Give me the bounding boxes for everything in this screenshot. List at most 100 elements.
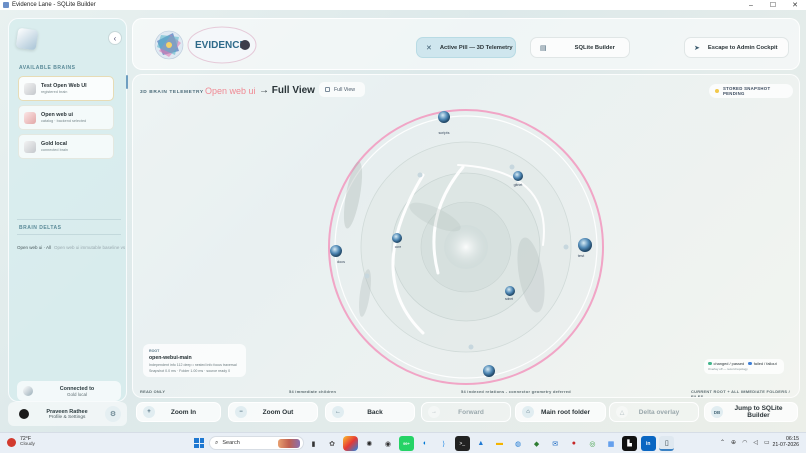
minimize-button[interactable]: – [740, 0, 762, 10]
github-app-icon[interactable]: ◉ [380, 436, 395, 451]
minor-node[interactable] [364, 273, 370, 279]
profile-card[interactable]: Praveen Rathee Profile & Settings ⚙ [8, 402, 127, 426]
evidence-lane-app-icon[interactable]: ▯ [659, 436, 675, 451]
back-button[interactable]: ← Back [325, 402, 415, 422]
minor-node[interactable] [509, 164, 515, 170]
escape-admin-cockpit-button[interactable]: ➤ Escape to Admin Cockpit [684, 37, 789, 58]
node-label: test [578, 253, 585, 258]
expand-icon [325, 87, 330, 92]
delta-overlay-button[interactable]: △ Delta overlay [609, 402, 699, 422]
node-card-title: open-webui-main [149, 355, 192, 361]
gear-icon[interactable]: ⚙ [105, 406, 121, 422]
brain-card-gold-local[interactable]: Gold local connected brain [18, 134, 114, 159]
home-icon: ⌂ [522, 406, 534, 418]
window-title: Evidence Lane - SQLite Builder [12, 2, 96, 8]
copilot-app-icon[interactable] [343, 436, 359, 451]
delta-item[interactable]: Open web ui · All Open web ui immutable b… [17, 245, 125, 250]
snapshot-status-badge: STORED SNAPSHOT PENDING [709, 84, 793, 98]
brain-card-test-open-web-ui[interactable]: Test Open Web UI registered brain [18, 76, 114, 101]
sharepoint-app-icon[interactable]: ◆ [529, 436, 544, 451]
node-info-card: ROOT open-webui-main Independent info 11… [143, 344, 246, 377]
edge-app-icon[interactable]: ◐ [418, 436, 433, 451]
brain-card-open-web-ui[interactable]: Open web ui catalog · backend selected [18, 105, 114, 130]
maximize-button[interactable]: ☐ [762, 0, 784, 10]
taskbar-search[interactable]: ⌕ Search [209, 436, 304, 450]
relations-count: 54 indexed relations - connector geometr… [461, 389, 571, 394]
battery-icon[interactable]: ▭ [764, 439, 770, 446]
terminal-app-icon[interactable]: >_ [454, 436, 470, 451]
brain-icon [24, 111, 36, 124]
avatar [19, 409, 29, 419]
chrome-app-icon[interactable]: ◎ [585, 436, 600, 451]
chatgpt-app-icon[interactable]: ✿ [325, 436, 340, 451]
outlook-app-icon[interactable]: ✉ [548, 436, 563, 451]
legend-dot-failed [748, 361, 752, 366]
file-explorer-app-icon[interactable]: ▮ [306, 436, 321, 451]
linkedin-app-icon[interactable]: in [640, 436, 656, 451]
node-card-kicker: ROOT [149, 349, 160, 353]
snapshot-status-text: STORED SNAPSHOT PENDING [722, 86, 771, 96]
scope-indicator: CURRENT ROOT + ALL IMMEDIATE FOLDERS / F… [691, 389, 790, 398]
legend-changed: changed / passed [713, 361, 745, 366]
telemetry-tab-button[interactable]: ✕ Active Pill — 3D Telemetry [416, 37, 516, 58]
main-root-folder-button[interactable]: ⌂ Main root folder [515, 402, 606, 422]
full-view-button[interactable]: Full View [319, 82, 365, 97]
wifi-icon[interactable]: ◠ [742, 439, 747, 446]
minor-node[interactable] [417, 172, 423, 178]
whatsapp-app-icon[interactable]: 99+ [398, 436, 414, 451]
zoom-out-label: Zoom Out [262, 408, 294, 416]
search-icon: ⌕ [215, 439, 219, 446]
forward-label: Forward [458, 408, 484, 416]
connection-target: Gold local [66, 391, 87, 397]
telemetry-heading: 3D BRAIN TELEMETRY [140, 90, 204, 95]
plus-icon: + [143, 406, 155, 418]
jump-to-sqlite-builder-button[interactable]: DB Jump to SQLite Builder [704, 402, 798, 422]
calendar-app-icon[interactable]: ▦ [604, 436, 619, 451]
store-app-icon[interactable]: ▙ [622, 436, 638, 451]
brain-deltas-heading: BRAIN DELTAS [19, 225, 62, 231]
brains-scrollbar[interactable] [126, 75, 128, 89]
volume-icon[interactable]: ◁ [753, 439, 758, 446]
node-label: scripts [439, 131, 450, 135]
forward-button[interactable]: → Forward [421, 402, 511, 422]
browser-app-icon[interactable]: ◍ [511, 436, 526, 451]
zoom-out-button[interactable]: − Zoom Out [228, 402, 318, 422]
connection-status-card[interactable]: Connected to Gold local [17, 381, 121, 401]
pending-dot-icon [715, 89, 719, 93]
node-label: sdnet [505, 297, 513, 301]
app-icon [3, 2, 9, 8]
available-brains-heading: AVAILABLE BRAINS [19, 65, 76, 71]
node-bottom[interactable] [483, 365, 495, 377]
chevron-up-icon[interactable]: ⌃ [720, 439, 725, 446]
media-app-icon[interactable]: ● [566, 436, 581, 451]
send-icon: ➤ [694, 44, 700, 52]
security-icon[interactable]: ⊕ [731, 439, 736, 446]
zoom-in-button[interactable]: + Zoom In [136, 402, 221, 422]
weather-widget[interactable]: 72°F Cloudy [7, 436, 35, 448]
minor-node[interactable] [468, 344, 474, 350]
start-button[interactable] [194, 438, 204, 448]
legend: changed / passed failed / fallout Overla… [704, 359, 784, 374]
search-placeholder: Search [222, 440, 240, 446]
minor-node[interactable] [563, 244, 569, 250]
taskbar: 72°F Cloudy ⌕ Search ▮ ✿ ✺ ◉ 99+ ◐ ⟩ >_ … [0, 432, 806, 453]
collapse-sidebar-button[interactable]: ‹ [108, 31, 122, 45]
weather-icon [7, 437, 16, 447]
azure-app-icon[interactable]: ▲ [473, 436, 488, 451]
close-button[interactable]: ✕ [784, 0, 806, 10]
cube-logo-icon [15, 27, 39, 51]
logo-word: EVIDENCE [195, 40, 246, 51]
settings-app-icon[interactable]: ✺ [362, 436, 377, 451]
node-gitnet[interactable]: gitnet [513, 171, 523, 187]
vscode-app-icon[interactable]: ⟩ [436, 436, 451, 451]
database-icon: DB [711, 406, 723, 418]
telemetry-panel: scripts gitnet test docs core sdnet 3D B… [132, 74, 800, 398]
folder-app-icon[interactable]: ▬ [492, 436, 507, 451]
delta-label: Open web ui · All [17, 245, 52, 250]
delta-icon: △ [616, 406, 628, 418]
brain-card-title: Test Open Web UI [41, 83, 87, 89]
sidebar-divider [17, 219, 121, 220]
core-node[interactable] [444, 225, 488, 269]
clock[interactable]: 06:15 21-07-2026 [771, 436, 799, 448]
sqlite-builder-tab-button[interactable]: ▤ SQLite Builder [530, 37, 630, 58]
